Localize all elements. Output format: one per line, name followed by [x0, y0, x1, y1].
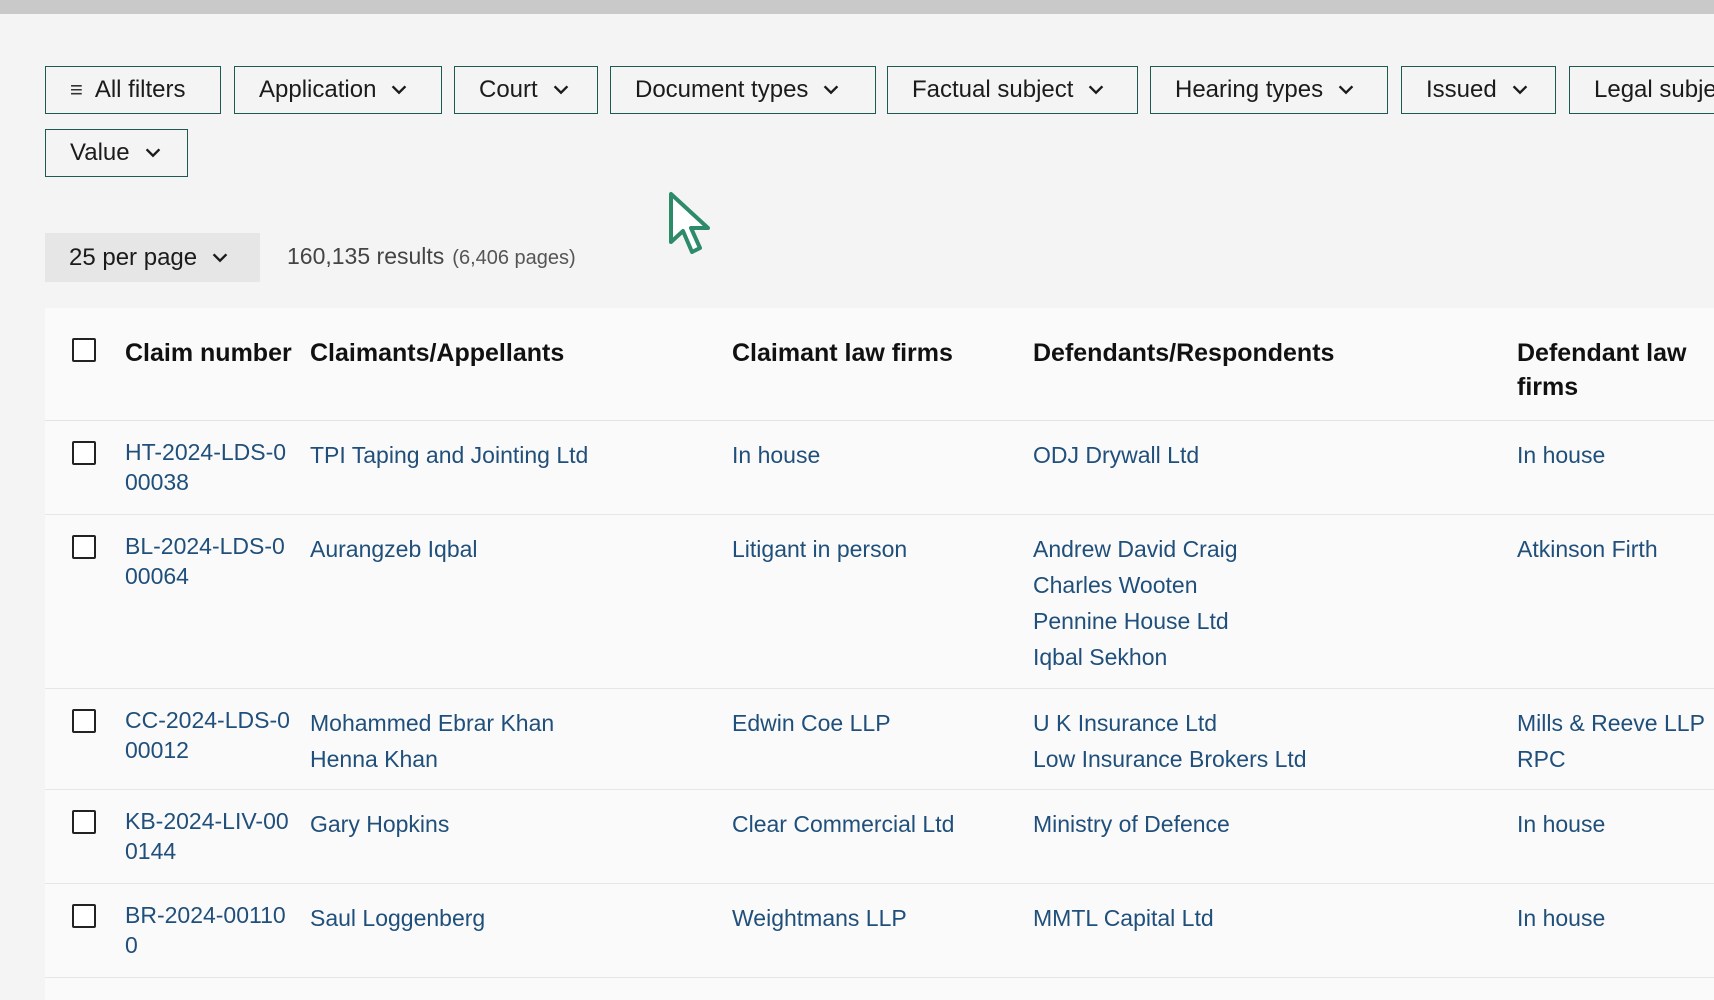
- defendant-firm-link[interactable]: In house: [1517, 900, 1605, 936]
- defendant-link[interactable]: Andrew David Craig: [1033, 531, 1238, 567]
- table-header: Claim number Claimants/Appellants Claima…: [45, 308, 1714, 421]
- chevron-down-icon: [553, 85, 568, 95]
- select-all-checkbox[interactable]: [72, 338, 96, 362]
- table-row: [45, 978, 1714, 1000]
- row-checkbox[interactable]: [72, 810, 96, 834]
- chevron-down-icon: [1512, 85, 1527, 95]
- claimant-firm-link[interactable]: Edwin Coe LLP: [732, 705, 891, 741]
- issued-filter[interactable]: Issued: [1401, 66, 1556, 114]
- claims-table: Claim number Claimants/Appellants Claima…: [45, 308, 1714, 1000]
- claimant-firm-link[interactable]: Litigant in person: [732, 531, 907, 567]
- page-count: (6,406 pages): [452, 247, 576, 269]
- header-defendants[interactable]: Defendants/Respondents: [1033, 336, 1334, 370]
- claim-number-link[interactable]: BR-2024-001100: [125, 900, 290, 960]
- header-defendant-firms[interactable]: Defendant law firms: [1517, 336, 1707, 404]
- claimant-link[interactable]: Gary Hopkins: [310, 806, 449, 842]
- claim-number-link[interactable]: KB-2024-LIV-000144: [125, 806, 290, 866]
- chevron-down-icon: [145, 148, 160, 158]
- court-filter[interactable]: Court: [454, 66, 598, 114]
- defendant-link[interactable]: Ministry of Defence: [1033, 806, 1230, 842]
- claim-number-link[interactable]: HT-2024-LDS-000038: [125, 437, 290, 497]
- hearing-types-filter[interactable]: Hearing types: [1150, 66, 1388, 114]
- filter-bar: ≡ All filters Application Court Document…: [45, 66, 1714, 180]
- claimant-link[interactable]: Mohammed Ebrar Khan: [310, 705, 554, 741]
- results-count: 160,135 results (6,406 pages): [287, 243, 576, 269]
- claimant-link[interactable]: Aurangzeb Iqbal: [310, 531, 478, 567]
- all-filters-button[interactable]: ≡ All filters: [45, 66, 221, 114]
- defendant-firm-link[interactable]: Mills & Reeve LLP: [1517, 705, 1705, 741]
- table-row: KB-2024-LIV-000144 Gary Hopkins Clear Co…: [45, 790, 1714, 884]
- defendant-firm-link[interactable]: Atkinson Firth: [1517, 531, 1658, 567]
- defendant-firm-link[interactable]: RPC: [1517, 741, 1705, 777]
- row-checkbox[interactable]: [72, 441, 96, 465]
- claimant-firm-link[interactable]: Clear Commercial Ltd: [732, 806, 954, 842]
- defendant-link[interactable]: Charles Wooten: [1033, 567, 1238, 603]
- chevron-down-icon: [1338, 85, 1354, 95]
- header-claim-number[interactable]: Claim number: [125, 336, 295, 370]
- claimant-link[interactable]: Henna Khan: [310, 741, 554, 777]
- chevron-down-icon: [392, 85, 407, 95]
- claimant-firm-link[interactable]: Weightmans LLP: [732, 900, 907, 936]
- defendant-link[interactable]: ODJ Drywall Ltd: [1033, 437, 1199, 473]
- claim-number-link[interactable]: BL-2024-LDS-000064: [125, 531, 290, 591]
- document-types-filter[interactable]: Document types: [610, 66, 876, 114]
- menu-icon: ≡: [70, 77, 83, 102]
- claim-number-link[interactable]: CC-2024-LDS-000012: [125, 705, 290, 765]
- defendant-link[interactable]: U K Insurance Ltd: [1033, 705, 1307, 741]
- mouse-cursor-icon: [669, 192, 710, 254]
- value-filter[interactable]: Value: [45, 129, 188, 177]
- row-checkbox[interactable]: [72, 535, 96, 559]
- header-claimants[interactable]: Claimants/Appellants: [310, 336, 564, 370]
- defendant-firm-link[interactable]: In house: [1517, 806, 1605, 842]
- chevron-down-icon: [824, 85, 839, 95]
- chevron-down-icon: [1089, 85, 1104, 95]
- row-checkbox[interactable]: [72, 709, 96, 733]
- table-row: HT-2024-LDS-000038 TPI Taping and Jointi…: [45, 421, 1714, 515]
- factual-subject-filter[interactable]: Factual subject: [887, 66, 1138, 114]
- table-row: CC-2024-LDS-000012 Mohammed Ebrar Khan H…: [45, 689, 1714, 790]
- application-filter[interactable]: Application: [234, 66, 442, 114]
- defendant-link[interactable]: Iqbal Sekhon: [1033, 639, 1238, 675]
- table-row: BL-2024-LDS-000064 Aurangzeb Iqbal Litig…: [45, 515, 1714, 689]
- legal-subject-filter[interactable]: Legal subje: [1569, 66, 1714, 114]
- chevron-down-icon: [212, 252, 228, 262]
- claimant-link[interactable]: TPI Taping and Jointing Ltd: [310, 437, 588, 473]
- top-bar: [0, 0, 1714, 14]
- header-claimant-firms[interactable]: Claimant law firms: [732, 336, 953, 370]
- defendant-link[interactable]: MMTL Capital Ltd: [1033, 900, 1214, 936]
- defendant-firm-link[interactable]: In house: [1517, 437, 1605, 473]
- per-page-select[interactable]: 25 per page: [45, 233, 260, 282]
- row-checkbox[interactable]: [72, 904, 96, 928]
- claimant-firm-link[interactable]: In house: [732, 437, 820, 473]
- defendant-link[interactable]: Low Insurance Brokers Ltd: [1033, 741, 1307, 777]
- defendant-link[interactable]: Pennine House Ltd: [1033, 603, 1238, 639]
- table-row: BR-2024-001100 Saul Loggenberg Weightman…: [45, 884, 1714, 978]
- claimant-link[interactable]: Saul Loggenberg: [310, 900, 485, 936]
